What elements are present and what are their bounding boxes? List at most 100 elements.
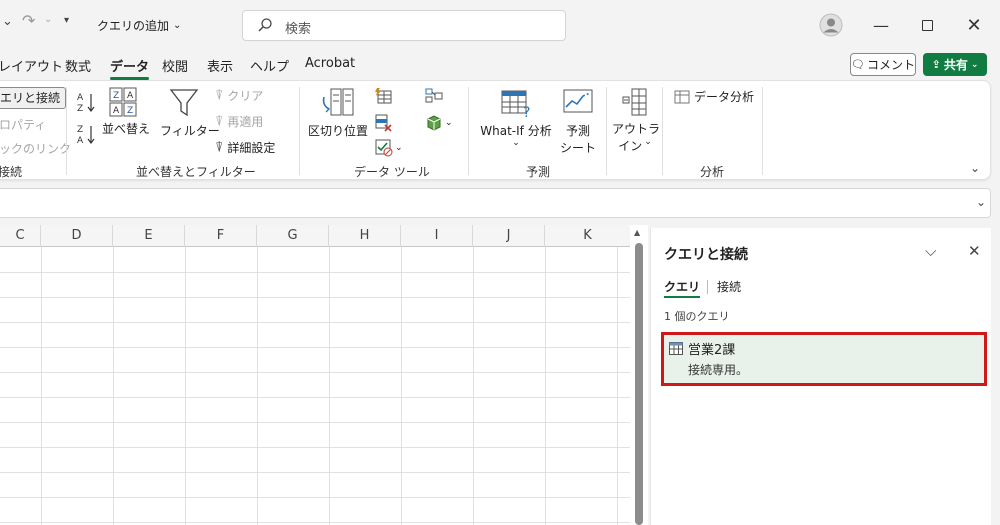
scroll-up-icon[interactable]: ▲ [634, 228, 640, 237]
sort-label: 並べ替え [102, 122, 151, 136]
tab-data[interactable]: データ [110, 56, 150, 80]
undo-dropdown-icon[interactable]: ⌄ [2, 14, 13, 29]
sort-ascending-button[interactable]: A Z [76, 91, 96, 116]
query-name: 営業2課 [688, 343, 736, 358]
chevron-down-icon: ⌄ [512, 138, 520, 148]
data-model-icon [427, 115, 441, 131]
column-header-f[interactable]: F [185, 225, 257, 247]
column-header-k[interactable]: K [545, 225, 630, 247]
pane-options-button[interactable]: ⌵ [925, 242, 936, 260]
edit-links-button[interactable]: ックのリンク [0, 140, 71, 157]
tab-view[interactable]: 表示 [207, 56, 233, 75]
vertical-scrollbar[interactable]: ▲ [630, 225, 648, 525]
column-header-i[interactable]: I [401, 225, 473, 247]
maximize-icon [921, 19, 933, 31]
flash-fill-button[interactable] [375, 87, 393, 108]
group-separator [66, 87, 67, 175]
comment-button[interactable]: 🗨 コメント [850, 53, 916, 76]
expand-formula-bar-icon[interactable]: ⌄ [976, 195, 986, 209]
svg-text:Z: Z [77, 104, 83, 113]
svg-text:?: ? [523, 105, 530, 119]
tab-label: 校閲 [162, 60, 189, 75]
qat-customize-icon[interactable]: ▾ [64, 15, 69, 26]
edit-links-label: ックのリンク [0, 142, 72, 156]
group-label-connections: 接続 [0, 165, 23, 179]
tab-help[interactable]: ヘルプ [250, 56, 289, 75]
minimize-button[interactable]: — [866, 10, 896, 40]
document-title[interactable]: クエリの追加 ⌄ [97, 17, 181, 34]
redo-icon[interactable]: ↷ [22, 11, 35, 30]
chevron-down-icon: ⌵ [925, 242, 937, 260]
column-header-j[interactable]: J [473, 225, 545, 247]
what-if-icon: ? [501, 90, 530, 121]
gridline [0, 322, 630, 323]
group-label-analysis: 分析 [700, 165, 725, 179]
gridline [257, 247, 258, 525]
outline-label-2: イン ⌄ [612, 137, 658, 154]
data-validation-icon [375, 139, 393, 157]
filter-icon [169, 89, 199, 117]
pane-close-button[interactable]: ✕ [968, 242, 981, 260]
group-label-sort-filter: 並べ替えとフィルター [136, 165, 256, 179]
svg-text:Z: Z [127, 106, 133, 116]
queries-connections-label: エリと接続 [0, 91, 61, 105]
svg-text:A: A [113, 106, 120, 116]
worksheet-grid[interactable]: C D E F G H I J K [0, 225, 630, 525]
filter-button[interactable]: フィルター [160, 87, 220, 139]
column-header-d[interactable]: D [41, 225, 113, 247]
close-window-button[interactable]: ✕ [959, 10, 989, 40]
data-model-button[interactable]: ⌄ [425, 114, 453, 132]
what-if-analysis-button[interactable]: ? What-If 分析 ⌄ [476, 87, 556, 148]
sort-button[interactable]: Z A A Z 並べ替え [102, 87, 151, 137]
tab-formulas[interactable]: 数式 [65, 56, 91, 75]
tab-acrobat[interactable]: Acrobat [305, 56, 355, 71]
column-header-e[interactable]: E [113, 225, 185, 247]
outline-label-1: アウトラ [612, 122, 661, 136]
gridline [0, 397, 630, 398]
active-tab-indicator [664, 296, 701, 298]
data-validation-button[interactable]: ⌄ [375, 139, 403, 157]
pane-tab-queries[interactable]: クエリ [664, 278, 701, 298]
document-title-text: クエリの追加 [97, 19, 170, 33]
clear-filter-button[interactable]: ⍒ クリア [215, 87, 263, 104]
forecast-sheet-button[interactable]: 予測 シート [560, 87, 596, 156]
formula-bar[interactable]: ⌄ [0, 188, 991, 218]
share-button[interactable]: ⇪ 共有 ⌄ [923, 53, 987, 76]
gridline [113, 247, 114, 525]
gridline [0, 422, 630, 423]
gridline [0, 522, 630, 523]
consolidate-button[interactable] [425, 87, 443, 108]
advanced-filter-button[interactable]: ⍒ 詳細設定 [215, 139, 275, 156]
maximize-button[interactable] [912, 10, 942, 40]
account-avatar[interactable] [815, 10, 847, 40]
forecast-sheet-label-2: シート [560, 141, 597, 155]
pane-tab-connections[interactable]: 接続 [717, 278, 741, 295]
properties-button[interactable]: ロパティ [0, 116, 46, 133]
scrollbar-thumb[interactable] [635, 243, 643, 525]
tab-label: Acrobat [305, 56, 356, 71]
text-to-columns-icon [322, 88, 354, 116]
outline-button[interactable]: アウトラ イン ⌄ [612, 87, 661, 154]
minimize-icon: — [873, 15, 889, 35]
tab-review[interactable]: 校閲 [162, 56, 188, 75]
queries-connections-button[interactable]: エリと接続 [0, 87, 67, 109]
group-separator [299, 87, 300, 175]
remove-duplicates-button[interactable] [375, 114, 393, 135]
column-header-c[interactable]: C [0, 225, 41, 247]
redo-dropdown-icon[interactable]: ⌄ [44, 14, 52, 25]
data-analysis-button[interactable]: データ分析 [674, 88, 754, 105]
gridline [0, 447, 630, 448]
reapply-button[interactable]: ⍒ 再適用 [215, 113, 263, 130]
column-header-h[interactable]: H [329, 225, 401, 247]
query-item[interactable]: 営業2課 接続専用。 [661, 332, 987, 386]
search-box[interactable]: 検索 [242, 10, 566, 41]
text-to-columns-button[interactable]: 区切り位置 [308, 87, 368, 139]
svg-text:Z: Z [77, 125, 83, 135]
sort-descending-button[interactable]: Z A [76, 123, 96, 148]
gridline [617, 247, 618, 525]
search-icon [258, 18, 272, 32]
column-header-g[interactable]: G [257, 225, 329, 247]
collapse-ribbon-icon[interactable]: ⌄ [970, 161, 980, 175]
advanced-label: 詳細設定 [227, 141, 276, 155]
tab-page-layout[interactable]: レイアウト [0, 56, 63, 75]
